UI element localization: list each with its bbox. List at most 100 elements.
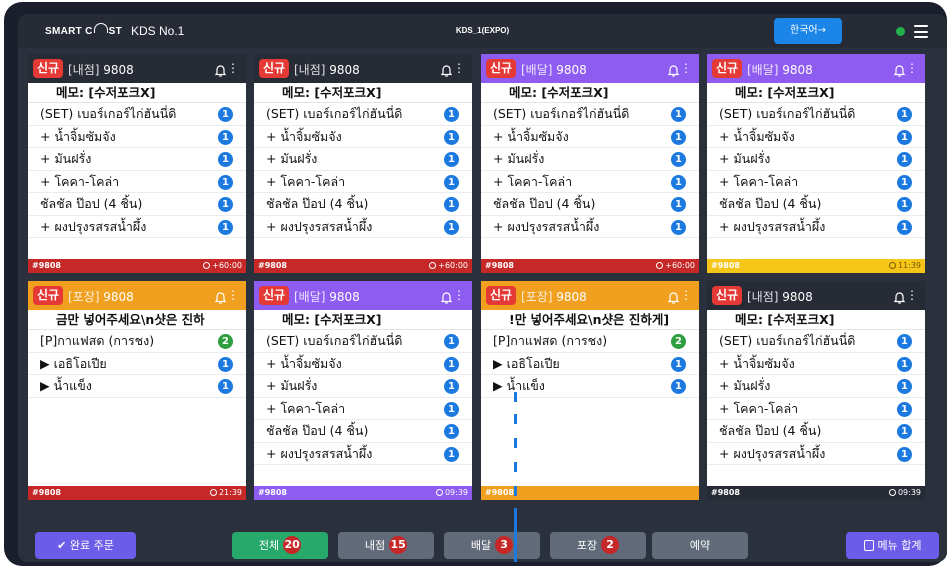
more-options-icon[interactable]: ⋮ (680, 288, 692, 302)
order-item[interactable]: + น้ำจิ้มซัมจัง 1 (254, 353, 472, 375)
filter-tab-3[interactable]: 배달 3 (444, 532, 540, 559)
item-name: ▶ เอธิโอเปีย (493, 355, 560, 371)
more-options-icon[interactable]: ⋮ (227, 61, 239, 75)
filter-tab-2[interactable]: 내점 15 (338, 532, 434, 559)
order-item[interactable]: + น้ำจิ้มซัมจัง 1 (707, 353, 925, 375)
order-item[interactable]: ▶ เอธิโอเปีย 1 (28, 353, 246, 375)
bell-icon[interactable] (893, 62, 906, 77)
order-item[interactable]: [P]กาแฟสด (การชง) 2 (481, 330, 699, 353)
bell-icon[interactable] (440, 289, 453, 304)
order-item[interactable]: + มันฝรั่ง 1 (707, 375, 925, 398)
order-title: [포장] 9808 (521, 288, 587, 305)
bell-icon[interactable] (214, 289, 227, 304)
order-item[interactable]: + โคคา-โคล่า 1 (254, 171, 472, 193)
filter-tab-count: 2 (601, 536, 620, 554)
order-item[interactable]: + มันฝรั่ง 1 (707, 148, 925, 171)
order-items: 메모: [수저포크X] (SET) เบอร์เกอร์ไก่ฮันนี่ดิ 1 +… (707, 310, 925, 465)
order-item[interactable]: (SET) เบอร์เกอร์ไก่ฮันนี่ดิ 1 (28, 103, 246, 126)
order-card[interactable]: 신규 [내점] 9808 ⋮ 메모: [수저포크X] (SET) เบอร์เกอร์ไ… (707, 281, 925, 500)
order-card-header: 신규 [포장] 9808 ⋮ (28, 281, 246, 310)
filter-tab-5[interactable]: 예약 (652, 532, 748, 559)
completed-orders-button[interactable]: ✔ 완료 주문 (35, 532, 136, 559)
item-quantity-badge: 1 (444, 152, 459, 167)
footer-order-number: #9808 (258, 261, 287, 270)
bell-icon[interactable] (214, 62, 227, 77)
order-card[interactable]: 신규 [포장] 9808 ⋮ 금만 넣어주세요\n샷은 진하 [P]กาแฟสด (กา… (28, 281, 246, 500)
order-card[interactable]: 신규 [내점] 9808 ⋮ 메모: [수저포크X] (SET) เบอร์เกอร์ไ… (254, 54, 472, 273)
order-item[interactable]: + น้ำจิ้มซัมจัง 1 (481, 126, 699, 148)
more-options-icon[interactable]: ⋮ (453, 288, 465, 302)
order-item[interactable]: (SET) เบอร์เกอร์ไก่ฮันนี่ดิ 1 (254, 103, 472, 126)
order-item[interactable]: + ผงปรุงรสรสน้ำผึ้ง 1 (481, 216, 699, 238)
order-item[interactable]: + ผงปรุงรสรสน้ำผึ้ง 1 (707, 216, 925, 238)
order-item[interactable]: + ผงปรุงรสรสน้ำผึ้ง 1 (254, 216, 472, 238)
order-item[interactable]: ชัลชัล ป๊อป (4 ชิ้น) 1 (707, 193, 925, 216)
order-card[interactable]: 신규 [배달] 9808 ⋮ 메모: [수저포크X] (SET) เบอร์เกอร์ไ… (254, 281, 472, 500)
order-item[interactable]: + มันฝรั่ง 1 (254, 148, 472, 171)
item-quantity-badge: 1 (897, 334, 912, 349)
order-item[interactable]: ชัลชัล ป๊อป (4 ชิ้น) 1 (254, 420, 472, 443)
order-item[interactable]: ชัลชัล ป๊อป (4 ชิ้น) 1 (28, 193, 246, 216)
bell-icon[interactable] (667, 62, 680, 77)
order-item[interactable]: + ผงปรุงรสรสน้ำผึ้ง 1 (28, 216, 246, 238)
order-item[interactable]: + ผงปรุงรสรสน้ำผึ้ง 1 (707, 443, 925, 465)
item-name: ▶ เอธิโอเปีย (40, 355, 107, 371)
clock-icon (203, 262, 211, 269)
item-name: + น้ำจิ้มซัมจัง (266, 128, 342, 144)
item-name: + ผงปรุงรสรสน้ำผึ้ง (493, 218, 600, 234)
top-bar: SMART C ST KDS No.1 KDS_1(EXPO) 한국어→ (18, 14, 947, 48)
bell-icon[interactable] (893, 289, 906, 304)
bell-icon[interactable] (440, 62, 453, 77)
item-quantity-badge: 1 (897, 129, 912, 145)
more-options-icon[interactable]: ⋮ (227, 288, 239, 302)
order-card[interactable]: 신규 [배달] 9808 ⋮ 메모: [수저포크X] (SET) เบอร์เกอร์ไ… (707, 54, 925, 273)
clock-icon (888, 489, 896, 496)
order-card-footer: #9808 +60:00 (481, 259, 699, 273)
order-card-footer: #9808 +60:00 (28, 259, 246, 273)
item-name: + ผงปรุงรสรสน้ำผึ้ง (719, 445, 826, 461)
item-name: + น้ำจิ้มซัมจัง (266, 355, 342, 371)
order-item[interactable]: + โคคา-โคล่า 1 (254, 398, 472, 420)
language-button[interactable]: 한국어→ (774, 18, 842, 44)
order-item[interactable]: (SET) เบอร์เกอร์ไก่ฮันนี่ดิ 1 (254, 330, 472, 353)
order-item[interactable]: ▶ เอธิโอเปีย 1 (481, 353, 699, 375)
order-item[interactable]: + มันฝรั่ง 1 (481, 148, 699, 171)
order-item[interactable]: (SET) เบอร์เกอร์ไก่ฮันนี่ดิ 1 (707, 103, 925, 126)
order-item[interactable]: ชัลชัล ป๊อป (4 ชิ้น) 1 (481, 193, 699, 216)
hamburger-menu-icon[interactable] (914, 25, 928, 38)
more-options-icon[interactable]: ⋮ (906, 61, 918, 75)
order-card[interactable]: 신규 [내점] 9808 ⋮ 메모: [수저포크X] (SET) เบอร์เกอร์ไ… (28, 54, 246, 273)
order-item[interactable]: + ผงปรุงรสรสน้ำผึ้ง 1 (254, 443, 472, 465)
order-item[interactable]: + โคคา-โคล่า 1 (28, 171, 246, 193)
filter-tab-1[interactable]: 전체 20 (232, 532, 328, 559)
footer-order-number: #9808 (485, 261, 514, 270)
order-item[interactable]: + น้ำจิ้มซัมจัง 1 (28, 126, 246, 148)
order-item[interactable]: + น้ำจิ้มซัมจัง 1 (254, 126, 472, 148)
order-item[interactable]: + โคคา-โคล่า 1 (707, 398, 925, 420)
footer-order-number: #9808 (711, 488, 740, 497)
elapsed-time: 09:39 (435, 486, 468, 500)
item-name: [P]กาแฟสด (การชง) (493, 333, 608, 348)
order-item[interactable]: + มันฝรั่ง 1 (254, 375, 472, 398)
order-item[interactable]: + มันฝรั่ง 1 (28, 148, 246, 171)
more-options-icon[interactable]: ⋮ (453, 61, 465, 75)
order-card[interactable]: 신규 [배달] 9808 ⋮ 메모: [수저포크X] (SET) เบอร์เกอร์ไ… (481, 54, 699, 273)
order-item[interactable]: (SET) เบอร์เกอร์ไก่ฮันนี่ดิ 1 (481, 103, 699, 126)
order-item[interactable]: ▶ น้ำแข็ง 1 (28, 375, 246, 398)
order-item[interactable]: + โคคา-โคล่า 1 (481, 171, 699, 193)
order-type: [내점] (294, 63, 326, 77)
bell-icon[interactable] (667, 289, 680, 304)
order-item[interactable]: ชัลชัล ป๊อป (4 ชิ้น) 1 (254, 193, 472, 216)
more-options-icon[interactable]: ⋮ (906, 288, 918, 302)
item-quantity-badge: 1 (671, 174, 686, 190)
order-item[interactable]: + โคคา-โคล่า 1 (707, 171, 925, 193)
order-item[interactable]: (SET) เบอร์เกอร์ไก่ฮันนี่ดิ 1 (707, 330, 925, 353)
more-options-icon[interactable]: ⋮ (680, 61, 692, 75)
item-name: + ผงปรุงรสรสน้ำผึ้ง (719, 218, 826, 234)
order-item[interactable]: ชัลชัล ป๊อป (4 ชิ้น) 1 (707, 420, 925, 443)
order-item[interactable]: [P]กาแฟสด (การชง) 2 (28, 330, 246, 353)
filter-tab-4[interactable]: 포장 2 (550, 532, 646, 559)
order-title: [포장] 9808 (68, 288, 134, 305)
menu-summary-button[interactable]: 메뉴 합계 (846, 532, 939, 559)
order-item[interactable]: + น้ำจิ้มซัมจัง 1 (707, 126, 925, 148)
